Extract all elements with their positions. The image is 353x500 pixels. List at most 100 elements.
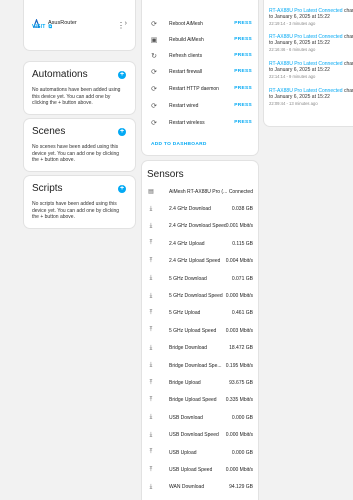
scenes-card: Scenes + No scenes have been added using… <box>24 119 135 171</box>
add-to-dashboard-button[interactable]: ADD TO DASHBOARD <box>151 142 207 147</box>
sensor-row[interactable]: ⤓ Bridge Download Spe... 0.195 Mbit/s <box>142 357 258 374</box>
press-button[interactable]: PRESS <box>234 69 252 74</box>
sensor-value: Connected <box>228 188 253 195</box>
logbook-action: changed <box>343 8 353 14</box>
sensor-row[interactable]: ⤓ USB Download Speed 0.000 Mbit/s <box>142 427 258 444</box>
sensor-row[interactable]: ⤓ USB Download 0.000 GB <box>142 409 258 426</box>
logbook-entity-link[interactable]: RT-AX88U Pro Latest Connected <box>269 88 343 94</box>
sensor-row[interactable]: ⤒ 2.4 GHz Upload Speed 0.004 Mbit/s <box>142 253 258 270</box>
press-button[interactable]: PRESS <box>234 120 252 125</box>
chevron-right-icon[interactable]: › <box>125 20 127 27</box>
logbook-entity-link[interactable]: RT-AX88U Pro Latest Connected <box>269 34 343 40</box>
logbook-entry: RT-AX88U Pro Latest Connected changed to … <box>269 88 353 107</box>
logbook-card: RT-AX88U Pro Latest Connected changed to … <box>264 0 353 126</box>
sensor-name: USB Download <box>169 414 203 421</box>
scenes-empty-text: No scenes have been added using this dev… <box>32 144 120 163</box>
download-icon: ⤓ <box>149 222 153 229</box>
sensor-value: 0.071 GB <box>231 275 253 282</box>
sensor-value: 0.335 Mbit/s <box>225 397 253 404</box>
upload-icon: ⤒ <box>149 396 153 403</box>
upload-icon: ⤒ <box>149 449 153 456</box>
controls-card: ⟳ Reboot AiMesh PRESS ▣ Rebuild AiMesh PRESS ↻… <box>142 0 258 155</box>
download-icon: ⤓ <box>149 344 153 351</box>
control-label: Refresh clients <box>169 52 203 59</box>
sensor-value: 0.000 Mbit/s <box>225 467 253 474</box>
control-row: ⟳ Reboot AiMesh PRESS <box>142 15 258 32</box>
more-vert-icon[interactable]: ⋮ <box>117 22 125 30</box>
logbook-action: changed <box>343 88 353 94</box>
upload-icon: ⤒ <box>149 240 153 247</box>
control-label: Restart firewall <box>169 68 203 75</box>
sensor-row[interactable]: ⤒ 2.4 GHz Upload 0.115 GB <box>142 235 258 252</box>
automations-empty-text: No automations have been added using thi… <box>32 87 121 106</box>
sensor-row[interactable]: ⤒ USB Upload Speed 0.000 Mbit/s <box>142 461 258 478</box>
sensor-row[interactable]: ⤒ Bridge Upload Speed 0.335 Mbit/s <box>142 392 258 409</box>
sensor-name: AiMesh RT-AX88U Pro (... <box>169 188 228 195</box>
logbook-time: 22:14:14 - 9 minutes ago <box>269 73 316 79</box>
sensor-name: USB Upload Speed <box>169 467 213 474</box>
restart-icon: ⟳ <box>151 119 157 127</box>
sensor-row[interactable]: ▤ AiMesh RT-AX88U Pro (... Connected <box>142 183 258 200</box>
sensor-value: 0.000 GB <box>231 414 253 421</box>
sensor-row[interactable]: ⤓ 5 GHz Download 0.071 GB <box>142 270 258 287</box>
logbook-entity-link[interactable]: RT-AX88U Pro Latest Connected <box>269 61 343 67</box>
logbook-time: 22:09:44 - 13 minutes ago <box>269 100 318 106</box>
download-icon: ⤓ <box>149 483 153 490</box>
logbook-entity-link[interactable]: RT-AX88U Pro Latest Connected <box>269 8 343 14</box>
press-button[interactable]: PRESS <box>234 21 252 26</box>
sensor-row[interactable]: ⤒ 5 GHz Upload Speed 0.003 Mbit/s <box>142 322 258 339</box>
rebuild-icon: ▣ <box>150 36 158 44</box>
sensor-name: Bridge Upload <box>169 380 201 387</box>
upload-icon: ⤒ <box>149 257 153 264</box>
upload-icon: ⤒ <box>149 466 153 473</box>
sensor-value: 94.129 GB <box>229 484 253 491</box>
device-info-card: AsusRouter › VISIT ⧉ ⋮ <box>24 0 135 50</box>
add-script-button[interactable]: + <box>118 185 126 193</box>
control-row: ▣ Rebuild AiMesh PRESS <box>142 31 258 48</box>
logbook-text: to January 6, 2025 at 15:22 <box>269 94 330 101</box>
logbook-entry: RT-AX88U Pro Latest Connected changed to … <box>269 61 353 80</box>
sensor-name: 2.4 GHz Upload Speed <box>169 258 221 265</box>
control-row: ⟳ Restart HTTP daemon PRESS <box>142 80 258 97</box>
sensor-row[interactable]: ⤓ WAN Download 94.129 GB <box>142 479 258 496</box>
sensor-row[interactable]: ⤒ USB Upload 0.000 GB <box>142 444 258 461</box>
sensors-card: Sensors ▤ AiMesh RT-AX88U Pro (... Connect… <box>142 161 258 500</box>
sensor-name: 2.4 GHz Download <box>169 206 211 213</box>
sensor-row[interactable]: ⤓ 5 GHz Download Speed 0.000 Mbit/s <box>142 287 258 304</box>
press-button[interactable]: PRESS <box>234 103 252 108</box>
download-icon: ⤓ <box>149 414 153 421</box>
sensor-row[interactable]: ⤓ Bridge Download 18.472 GB <box>142 340 258 357</box>
restart-icon: ⟳ <box>151 20 157 28</box>
refresh-icon: ↻ <box>151 52 157 60</box>
visit-link[interactable]: VISIT ⧉ <box>32 24 52 30</box>
press-button[interactable]: PRESS <box>234 37 252 42</box>
scripts-empty-text: No scripts have been added using this de… <box>32 201 120 220</box>
logbook-text: to January 6, 2025 at 15:22 <box>269 14 330 21</box>
control-label: Rebuild AiMesh <box>169 36 204 43</box>
add-scene-button[interactable]: + <box>118 128 126 136</box>
control-label: Reboot AiMesh <box>169 20 203 27</box>
control-label: Restart wireless <box>169 119 205 126</box>
sensor-row[interactable]: ⤓ 2.4 GHz Download Speed 0.001 Mbit/s <box>142 218 258 235</box>
upload-icon: ⤒ <box>149 309 153 316</box>
sensor-value: 0.003 Mbit/s <box>225 327 253 334</box>
press-button[interactable]: PRESS <box>234 86 252 91</box>
sensor-value: 0.001 Mbit/s <box>225 223 253 230</box>
press-button[interactable]: PRESS <box>234 53 252 58</box>
sensor-name: USB Upload <box>169 449 197 456</box>
visit-label: VISIT <box>32 24 46 30</box>
restart-icon: ⟳ <box>151 68 157 76</box>
sensor-row[interactable]: ⤓ 2.4 GHz Download 0.038 GB <box>142 200 258 217</box>
add-automation-button[interactable]: + <box>118 71 126 79</box>
sensor-name: Bridge Upload Speed <box>169 397 217 404</box>
upload-icon: ⤒ <box>149 327 153 334</box>
sensor-row[interactable]: ⤒ Bridge Upload 93.675 GB <box>142 374 258 391</box>
sensor-value: 0.038 GB <box>231 206 253 213</box>
scenes-title: Scenes <box>32 126 66 137</box>
sensor-row[interactable]: ⤒ 5 GHz Upload 0.461 GB <box>142 305 258 322</box>
sensor-name: 5 GHz Download Speed <box>169 293 223 300</box>
control-row: ⟳ Restart firewall PRESS <box>142 63 258 80</box>
device-name: AsusRouter <box>48 20 77 26</box>
network-icon: ▤ <box>148 189 154 196</box>
download-icon: ⤓ <box>149 275 153 282</box>
